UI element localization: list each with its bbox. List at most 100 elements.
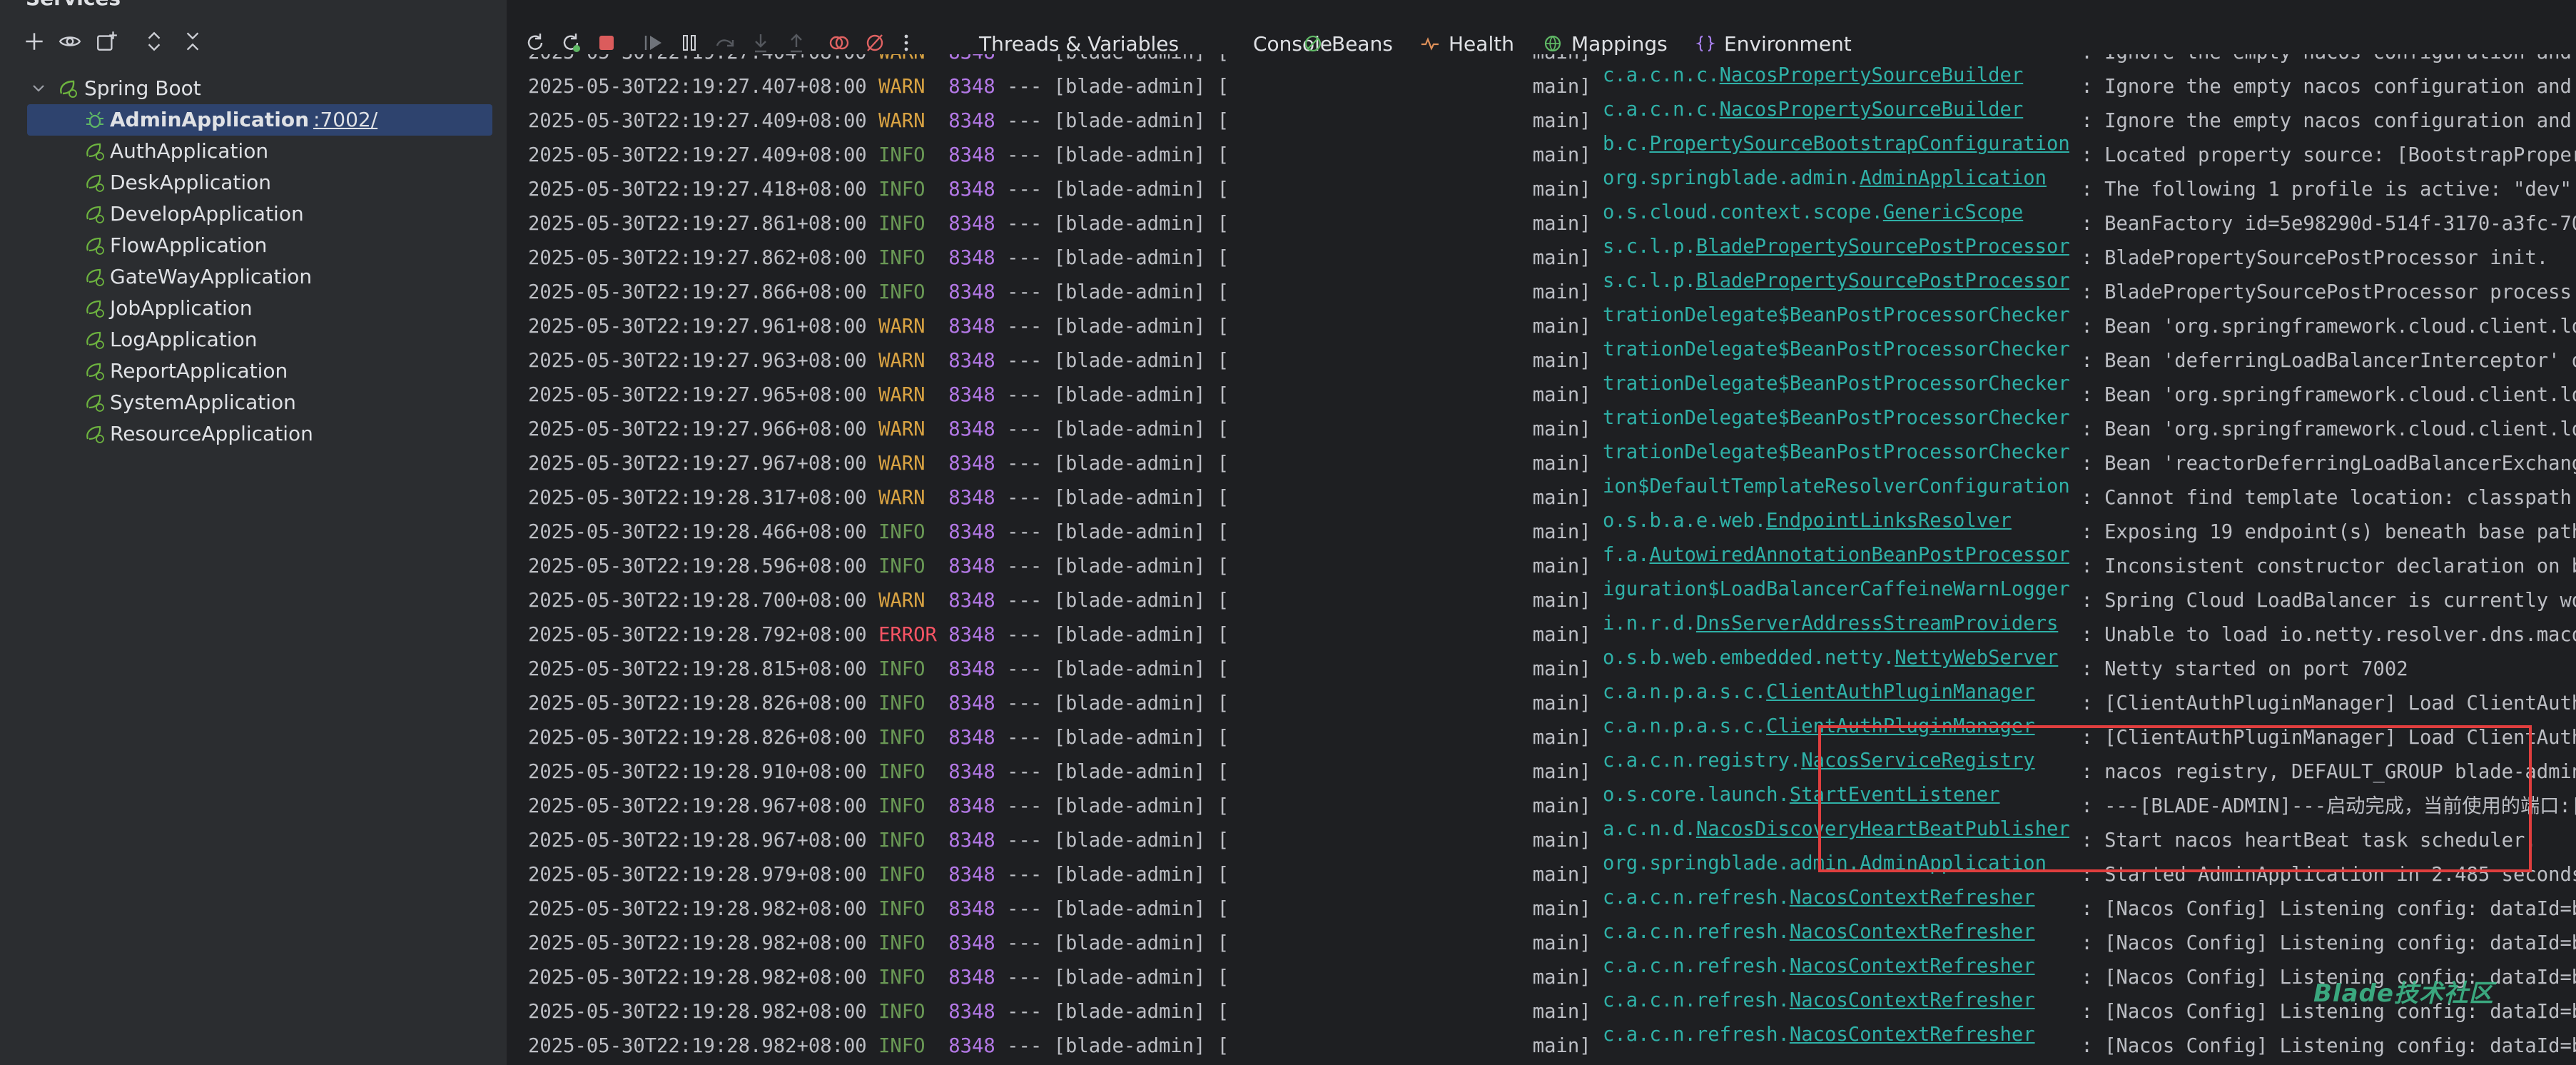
tree-node-adminapplication[interactable]: AdminApplication:7002/ xyxy=(0,104,507,136)
environment-icon xyxy=(1695,35,1715,52)
tree-node-flowapplication[interactable]: FlowApplication xyxy=(0,230,507,261)
log-logger-class: NacosContextRefresher xyxy=(1789,921,2035,943)
mappings-icon xyxy=(1544,35,1561,52)
log-logger[interactable]: b.c.PropertySourceBootstrapConfiguration xyxy=(1603,127,2069,161)
log-logger[interactable]: f.a.AutowiredAnnotationBeanPostProcessor xyxy=(1603,538,2069,572)
log-logger[interactable]: c.a.c.n.refresh.NacosContextRefresher xyxy=(1603,1018,2069,1052)
tab-label: Threads & Variables xyxy=(979,31,1180,56)
spring-app-icon xyxy=(86,363,104,380)
spring-app-icon xyxy=(86,143,104,161)
log-logger-prefix: c.a.c.n.registry. xyxy=(1602,749,1802,772)
add-icon[interactable] xyxy=(20,27,49,56)
tab-mappings[interactable]: Mappings xyxy=(1543,31,1668,56)
log-logger[interactable]: trationDelegate$BeanPostProcessorChecker xyxy=(1603,401,2069,435)
log-logger[interactable]: o.s.b.web.embedded.netty.NettyWebServer xyxy=(1603,641,2069,675)
log-line: 2025-05-30T22:19:28.982+08:00 INFO 8348 … xyxy=(528,1018,2576,1057)
log-line: 2025-05-30T22:19:27.967+08:00 WARN 8348 … xyxy=(528,435,2576,475)
log-logger-prefix: org.springblade.admin. xyxy=(1602,167,1860,189)
log-logger[interactable]: c.a.c.n.refresh.NacosContextRefresher xyxy=(1603,881,2069,915)
tree-node-spring-boot[interactable]: Spring Boot xyxy=(0,73,507,104)
log-logger[interactable]: c.a.n.p.a.s.c.ClientAuthPluginManager xyxy=(1603,675,2069,710)
restart-icon[interactable] xyxy=(557,29,585,57)
log-logger[interactable]: ion$DefaultTemplateResolverConfiguration xyxy=(1603,470,2069,504)
log-logger[interactable]: i.n.r.d.DnsServerAddressStreamProviders xyxy=(1603,607,2069,641)
log-logger-prefix: o.s.cloud.context.scope. xyxy=(1602,201,1883,223)
tree-node-label: ResourceApplication xyxy=(110,422,313,445)
tree-node-resourceapplication[interactable]: ResourceApplication xyxy=(0,418,507,450)
spring-app-icon xyxy=(86,425,104,443)
log-logger-prefix: ion$DefaultTemplateResolverConfiguration xyxy=(1602,475,2069,498)
tab-health[interactable]: Health xyxy=(1420,31,1514,56)
tree-node-authapplication[interactable]: AuthApplication xyxy=(0,136,507,167)
tab-beans[interactable]: Beans xyxy=(1303,31,1393,56)
tree-node-label: JobApplication xyxy=(110,296,253,320)
log-logger[interactable]: c.a.c.n.c.NacosPropertySourceBuilder xyxy=(1603,59,2069,93)
log-logger[interactable]: trationDelegate$BeanPostProcessorChecker xyxy=(1603,333,2069,367)
console-output[interactable]: 2025-05-30T22:19:27.404+08:00 WARN 8348 … xyxy=(508,54,2576,1065)
log-logger[interactable]: o.s.cloud.context.scope.GenericScope xyxy=(1603,196,2069,230)
spring-app-icon xyxy=(86,237,104,255)
tree-node-label: FlowApplication xyxy=(110,233,268,257)
eye-icon[interactable] xyxy=(56,27,84,56)
log-line: 2025-05-30T22:19:27.409+08:00 WARN 8348 … xyxy=(528,93,2576,132)
tree-node-gatewayapplication[interactable]: GateWayApplication xyxy=(0,261,507,293)
tree-node-developapplication[interactable]: DevelopApplication xyxy=(0,198,507,230)
new-tab-icon[interactable] xyxy=(93,27,121,56)
log-logger[interactable]: c.a.c.n.refresh.NacosContextRefresher xyxy=(1603,949,2069,984)
tab-environment[interactable]: Environment xyxy=(1695,31,1852,56)
tree-node-reportapplication[interactable]: ReportApplication xyxy=(0,355,507,387)
log-logger[interactable]: trationDelegate$BeanPostProcessorChecker xyxy=(1603,367,2069,401)
log-logger[interactable]: org.springblade.admin.AdminApplication xyxy=(1603,161,2069,196)
log-logger-prefix: trationDelegate$BeanPostProcessorChecker xyxy=(1602,373,2069,395)
tree-node-deskapplication[interactable]: DeskApplication xyxy=(0,167,507,198)
pause-icon[interactable] xyxy=(675,29,704,57)
collapse-all-icon[interactable] xyxy=(178,27,207,56)
log-logger[interactable]: s.c.l.p.BladePropertySourcePostProcessor xyxy=(1603,264,2069,298)
spring-app-icon xyxy=(86,331,104,349)
resume-icon[interactable] xyxy=(639,29,668,57)
panel-title: Services xyxy=(26,0,121,10)
log-logger-prefix: c.a.c.n.refresh. xyxy=(1602,887,1790,909)
rerun-icon[interactable] xyxy=(521,29,549,57)
log-logger[interactable]: c.a.c.n.refresh.NacosContextRefresher xyxy=(1603,915,2069,949)
more-options-icon[interactable] xyxy=(892,29,921,57)
console-panel: Threads & Variables Console Beans Health… xyxy=(508,0,2576,1065)
log-logger[interactable]: iguration$LoadBalancerCaffeineWarnLogger xyxy=(1603,572,2069,607)
step-out-icon[interactable] xyxy=(782,29,811,57)
log-logger[interactable]: c.a.c.n.c.NacosPropertySourceBuilder xyxy=(1603,93,2069,127)
log-logger-class: NacosContextRefresher xyxy=(1789,989,2035,1011)
log-logger[interactable]: s.c.l.p.BladePropertySourcePostProcessor xyxy=(1603,230,2069,264)
log-logger-prefix: o.s.b.a.e.web. xyxy=(1602,510,1767,532)
log-logger[interactable]: trationDelegate$BeanPostProcessorChecker xyxy=(1603,298,2069,333)
log-logger-class: NacosPropertySourceBuilder xyxy=(1719,64,2024,86)
tree-node-logapplication[interactable]: LogApplication xyxy=(0,324,507,355)
log-logger[interactable]: trationDelegate$BeanPostProcessorChecker xyxy=(1603,435,2069,470)
log-line: 2025-05-30T22:19:27.966+08:00 WARN 8348 … xyxy=(528,401,2576,440)
view-breakpoints-icon[interactable] xyxy=(825,29,853,57)
log-logger-prefix: trationDelegate$BeanPostProcessorChecker xyxy=(1602,304,2069,326)
beans-icon xyxy=(1304,35,1322,52)
log-logger-class: DnsServerAddressStreamProviders xyxy=(1695,612,2059,635)
log-line: 2025-05-30T22:19:28.982+08:00 INFO 8348 … xyxy=(528,949,2576,989)
spring-boot-icon xyxy=(60,80,77,98)
log-logger-class: NettyWebServer xyxy=(1895,647,2059,669)
log-thread: main xyxy=(1532,1035,1580,1057)
log-logger[interactable]: c.a.c.n.refresh.NacosContextRefresher xyxy=(1603,984,2069,1018)
spring-app-icon xyxy=(86,174,104,192)
log-message: : [Nacos Config] Listening config: dataI… xyxy=(2081,1035,2576,1057)
mute-breakpoints-icon[interactable] xyxy=(861,29,889,57)
tree-node-label: AdminApplication xyxy=(110,108,310,131)
port-link[interactable]: :7002/ xyxy=(313,108,377,131)
log-pid: 8348 xyxy=(948,1035,995,1057)
tab-threads-variables[interactable]: Threads & Variables xyxy=(979,31,1179,56)
chevron-down-icon[interactable] xyxy=(30,80,47,97)
stop-icon[interactable] xyxy=(592,29,621,57)
tree-node-systemapplication[interactable]: SystemApplication xyxy=(0,387,507,418)
step-over-icon[interactable] xyxy=(711,29,739,57)
expand-all-icon[interactable] xyxy=(140,27,168,56)
log-logger[interactable]: o.s.b.a.e.web.EndpointLinksResolver xyxy=(1603,504,2069,538)
log-logger-class: NacosContextRefresher xyxy=(1789,1024,2035,1046)
tree-node-jobapplication[interactable]: JobApplication xyxy=(0,293,507,324)
log-line: 2025-05-30T22:19:28.826+08:00 INFO 8348 … xyxy=(528,675,2576,715)
step-into-icon[interactable] xyxy=(746,29,775,57)
